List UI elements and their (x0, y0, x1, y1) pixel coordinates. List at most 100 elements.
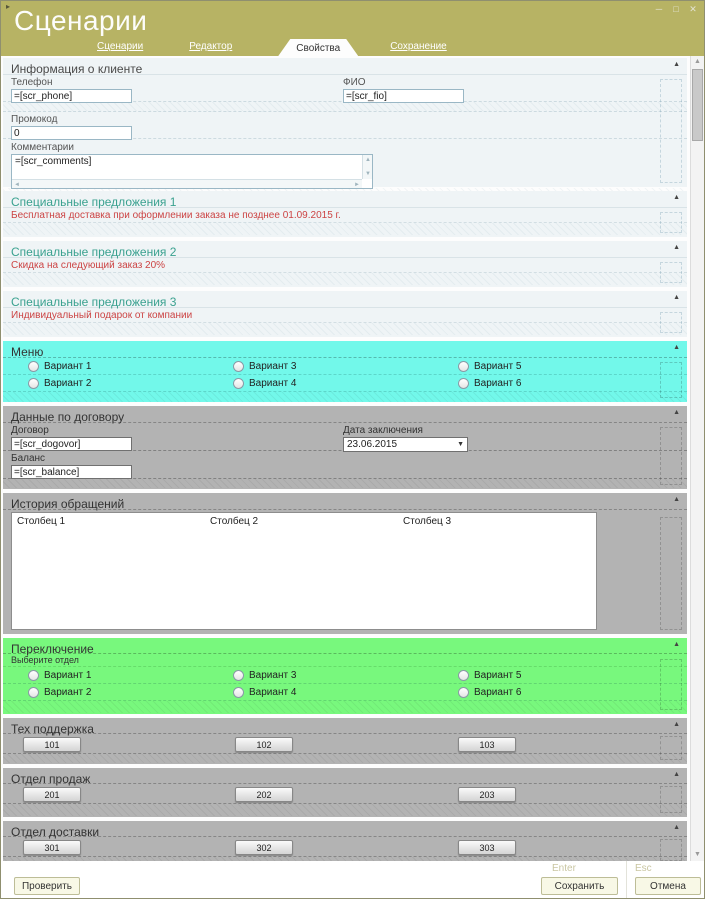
date-select[interactable]: 23.06.2015 ▼ (343, 437, 468, 452)
collapse-icon[interactable]: ▲ (673, 496, 680, 504)
spacer-row (3, 273, 687, 285)
properties-panel: Информация о клиенте ▲ Телефон ФИО Промо… (1, 56, 704, 861)
tech-button-101[interactable]: 101 (23, 737, 81, 752)
history-table-header: Столбец 1 Столбец 2 Столбец 3 (12, 513, 596, 527)
collapse-icon[interactable]: ▲ (673, 344, 680, 352)
spacer-row (3, 323, 687, 335)
chevron-down-icon: ▼ (457, 441, 464, 448)
radio-option[interactable]: Вариант 2 (28, 378, 233, 389)
dogovor-input[interactable] (11, 437, 132, 451)
collapse-icon[interactable]: ▲ (673, 771, 680, 779)
tab-properties[interactable]: Свойства (278, 39, 358, 56)
collapse-icon[interactable]: ▲ (673, 294, 680, 302)
radio-icon[interactable] (233, 378, 244, 389)
main-vscrollbar[interactable]: ▲ ▼ (690, 56, 704, 861)
radio-option[interactable]: Вариант 4 (233, 378, 458, 389)
promo-input[interactable] (11, 126, 132, 140)
footer-bar: Проверить Enter Сохранить Esc Отмена (1, 861, 704, 898)
scroll-up-icon[interactable]: ▲ (691, 56, 704, 68)
section-title: Информация о клиенте (11, 62, 142, 76)
check-button[interactable]: Проверить (14, 877, 80, 895)
client-info-row-1: Телефон ФИО (3, 75, 687, 102)
radio-option[interactable]: Вариант 6 (458, 378, 687, 389)
section-title: Специальные предложения 3 (11, 295, 176, 309)
contract-row-1: Договор Дата заключения 23.06.2015 ▼ (3, 423, 687, 451)
collapse-icon[interactable]: ▲ (673, 194, 680, 202)
radio-icon[interactable] (233, 687, 244, 698)
history-column-1[interactable]: Столбец 1 (17, 516, 210, 527)
delivery-button-301[interactable]: 301 (23, 840, 81, 855)
balance-input[interactable] (11, 465, 132, 479)
collapse-icon[interactable]: ▲ (673, 61, 680, 69)
textarea-vscrollbar[interactable]: ▲ ▼ (362, 155, 372, 179)
radio-option[interactable]: Вариант 5 (458, 670, 687, 681)
radio-option[interactable]: Вариант 3 (233, 670, 458, 681)
section-delivery: Отдел доставки ▲ 301 302 303 (3, 821, 687, 861)
radio-icon[interactable] (28, 670, 39, 681)
collapse-icon[interactable]: ▲ (673, 721, 680, 729)
minimize-button[interactable]: ─ (653, 4, 665, 15)
scrollbar-thumb[interactable] (692, 69, 703, 141)
sales-button-202[interactable]: 202 (235, 787, 293, 802)
collapse-icon[interactable]: ▲ (673, 824, 680, 832)
delivery-button-302[interactable]: 302 (235, 840, 293, 855)
maximize-button[interactable]: □ (670, 4, 682, 15)
spacer-row (3, 223, 687, 235)
scroll-right-icon[interactable]: ► (354, 181, 360, 189)
titlebar: ▸ ─ □ ✕ Сценарии Сценарии Редактор Свойс… (1, 1, 704, 56)
textarea-hscrollbar[interactable]: ◄ ► (12, 179, 362, 188)
tech-button-103[interactable]: 103 (458, 737, 516, 752)
radio-option[interactable]: Вариант 4 (233, 687, 458, 698)
close-button[interactable]: ✕ (687, 4, 699, 15)
spacer-row (3, 754, 687, 763)
radio-icon[interactable] (458, 687, 469, 698)
switch-prompt: Выберите отдел (3, 654, 687, 667)
spacer-row (3, 479, 687, 488)
section-tech-support: Тех поддержка ▲ 101 102 103 (3, 718, 687, 764)
history-column-2[interactable]: Столбец 2 (210, 516, 403, 527)
sales-button-201[interactable]: 201 (23, 787, 81, 802)
tab-save[interactable]: Сохранение (390, 41, 447, 54)
tab-scenarios[interactable]: Сценарии (97, 41, 143, 54)
tech-buttons-row: 101 102 103 (3, 734, 687, 754)
radio-icon[interactable] (233, 361, 244, 372)
radio-option[interactable]: Вариант 1 (28, 361, 233, 372)
radio-icon[interactable] (28, 687, 39, 698)
collapse-icon[interactable]: ▲ (673, 641, 680, 649)
fio-input[interactable] (343, 89, 464, 103)
radio-option[interactable]: Вариант 1 (28, 670, 233, 681)
sales-button-203[interactable]: 203 (458, 787, 516, 802)
scroll-down-icon[interactable]: ▼ (365, 170, 371, 178)
radio-icon[interactable] (233, 670, 244, 681)
tab-editor[interactable]: Редактор (189, 41, 232, 54)
delivery-button-303[interactable]: 303 (458, 840, 516, 855)
history-table[interactable]: Столбец 1 Столбец 2 Столбец 3 (11, 512, 597, 630)
comments-textarea[interactable]: =[scr_comments] ▲ ▼ ◄ ► (11, 154, 373, 189)
scroll-left-icon[interactable]: ◄ (14, 181, 20, 189)
collapse-icon[interactable]: ▲ (673, 409, 680, 417)
radio-option[interactable]: Вариант 3 (233, 361, 458, 372)
section-title: Специальные предложения 2 (11, 245, 176, 259)
radio-icon[interactable] (458, 361, 469, 372)
scroll-down-icon[interactable]: ▼ (691, 849, 704, 861)
scroll-up-icon[interactable]: ▲ (365, 156, 371, 164)
phone-label: Телефон (11, 77, 343, 88)
radio-icon[interactable] (28, 378, 39, 389)
section-offer-3: Специальные предложения 3 ▲ Индивидуальн… (3, 291, 687, 337)
cancel-button[interactable]: Отмена (635, 877, 701, 895)
radio-icon[interactable] (28, 361, 39, 372)
radio-option[interactable]: Вариант 5 (458, 361, 687, 372)
radio-option[interactable]: Вариант 2 (28, 687, 233, 698)
radio-icon[interactable] (458, 378, 469, 389)
radio-icon[interactable] (458, 670, 469, 681)
history-column-3[interactable]: Столбец 3 (403, 516, 591, 527)
save-button[interactable]: Сохранить (541, 877, 618, 895)
window-menu-icon[interactable]: ▸ (6, 2, 10, 11)
page-title: Сценарии (14, 5, 147, 37)
section-history: История обращений ▲ Столбец 1 Столбец 2 … (3, 493, 687, 634)
phone-input[interactable] (11, 89, 132, 103)
spacer-row (3, 804, 687, 816)
radio-option[interactable]: Вариант 6 (458, 687, 687, 698)
tech-button-102[interactable]: 102 (235, 737, 293, 752)
collapse-icon[interactable]: ▲ (673, 244, 680, 252)
